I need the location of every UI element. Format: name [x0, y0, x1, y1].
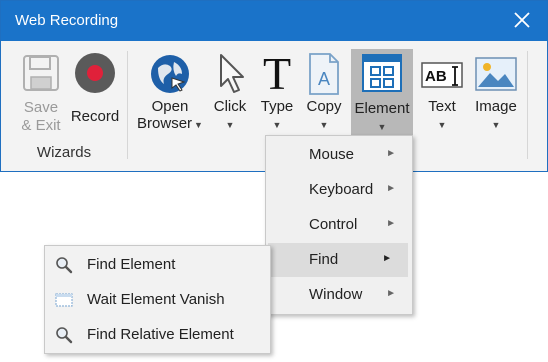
globe-icon	[151, 55, 189, 93]
magnifier-icon	[56, 257, 73, 274]
menu-item-label: Control	[309, 216, 358, 233]
open-browser-line2-wrap: Browser ▼	[135, 115, 205, 134]
save-icon	[23, 55, 59, 91]
record-icon	[75, 53, 115, 93]
record-label: Record	[70, 108, 120, 125]
submenu-item-find-relative-element[interactable]: Find Relative Element	[45, 318, 270, 352]
cursor-icon	[220, 54, 244, 93]
chevron-down-icon: ▼	[491, 120, 501, 130]
find-submenu: Find Element Wait Element Vanish Find Re…	[44, 245, 271, 354]
chevron-down-icon: ▼	[437, 120, 447, 130]
submenu-item-label: Find Element	[87, 256, 176, 273]
type-label: Type	[260, 98, 294, 115]
element-dropdown-menu: Mouse ► Keyboard ► Control ► Find ► Wind…	[265, 135, 413, 315]
type-button[interactable]: T Type ▼	[255, 51, 299, 143]
copy-document-icon: A	[309, 53, 339, 95]
chevron-down-icon: ▼	[319, 120, 329, 130]
chevron-down-icon: ▼	[272, 120, 282, 130]
save-exit-line1: Save	[23, 99, 59, 116]
click-button[interactable]: Click ▼	[207, 51, 253, 143]
element-label: Element	[354, 100, 410, 117]
menu-item-control[interactable]: Control ►	[266, 208, 412, 242]
svg-text:T: T	[263, 51, 291, 95]
submenu-item-wait-element-vanish[interactable]: Wait Element Vanish	[45, 283, 270, 317]
menu-item-find[interactable]: Find ►	[268, 243, 408, 277]
open-browser-line1: Open	[151, 98, 189, 115]
text-recognition-icon: AB	[421, 62, 463, 88]
image-button[interactable]: Image ▼	[469, 51, 523, 143]
chevron-down-icon: ▼	[194, 120, 203, 130]
chevron-right-icon: ►	[386, 218, 396, 229]
chevron-right-icon: ►	[382, 253, 392, 264]
close-icon[interactable]	[511, 9, 533, 31]
open-browser-line2: Browser	[137, 115, 193, 132]
menu-item-mouse[interactable]: Mouse ►	[266, 138, 412, 172]
click-label: Click	[213, 98, 247, 115]
menu-item-window[interactable]: Window ►	[266, 278, 412, 312]
chevron-down-icon: ▼	[377, 122, 387, 132]
copy-label: Copy	[306, 98, 342, 115]
chevron-right-icon: ►	[386, 148, 396, 159]
window-dashed-icon	[55, 293, 73, 307]
ribbon-separator	[527, 51, 528, 159]
menu-item-label: Keyboard	[309, 181, 374, 198]
submenu-item-label: Find Relative Element	[87, 326, 234, 343]
menu-item-keyboard[interactable]: Keyboard ►	[266, 173, 412, 207]
chevron-right-icon: ►	[386, 183, 396, 194]
title-bar: Web Recording	[1, 1, 547, 41]
open-browser-button[interactable]: Open Browser ▼	[135, 51, 205, 143]
text-button[interactable]: AB Text ▼	[417, 51, 467, 143]
svg-text:AB: AB	[425, 68, 447, 85]
copy-button[interactable]: A Copy ▼	[301, 51, 347, 143]
save-exit-button[interactable]: Save & Exit	[15, 51, 67, 141]
element-button[interactable]: Element ▼	[351, 51, 413, 143]
text-t-icon: T	[263, 51, 291, 95]
wizards-group-label: Wizards	[36, 144, 92, 161]
magnifier-icon	[56, 327, 73, 344]
menu-item-label: Window	[309, 286, 363, 303]
menu-item-label: Mouse	[309, 146, 355, 163]
image-icon	[475, 57, 517, 91]
chevron-down-icon: ▼	[225, 120, 235, 130]
menu-item-label: Find	[309, 251, 339, 268]
element-window-icon	[362, 54, 402, 92]
text-label: Text	[428, 98, 456, 115]
submenu-item-find-element[interactable]: Find Element	[45, 248, 270, 282]
ribbon-separator	[127, 51, 128, 159]
record-button[interactable]: Record	[67, 51, 123, 141]
submenu-item-label: Wait Element Vanish	[87, 291, 225, 308]
image-label: Image	[475, 98, 517, 115]
save-exit-line2: & Exit	[21, 117, 61, 134]
chevron-right-icon: ►	[386, 288, 396, 299]
window-title: Web Recording	[15, 12, 119, 29]
svg-text:A: A	[318, 69, 330, 89]
